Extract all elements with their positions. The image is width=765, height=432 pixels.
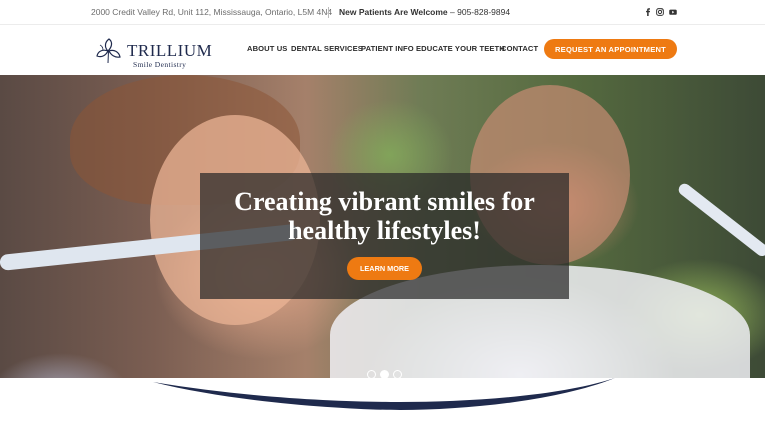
nav-patient-info[interactable]: PATIENT INFO [361, 44, 414, 53]
facebook-icon[interactable] [643, 6, 653, 18]
hero-headline-line2: healthy lifestyles! [288, 216, 481, 245]
logo-name: TRILLIUM [127, 41, 213, 60]
phone-number[interactable]: – 905-828-9894 [450, 7, 510, 17]
clinic-address: 2000 Credit Valley Rd, Unit 112, Mississ… [91, 7, 333, 17]
divider [328, 7, 329, 18]
nav-dental-services[interactable]: DENTAL SERVICES [291, 44, 363, 53]
top-bar: 2000 Credit Valley Rd, Unit 112, Mississ… [0, 0, 765, 25]
nav-contact[interactable]: CONTACT [501, 44, 538, 53]
logo[interactable]: TRILLIUM Smile Dentistry [91, 33, 213, 69]
hero-caption-box: Creating vibrant smiles for healthy life… [200, 173, 569, 299]
hero-headline: Creating vibrant smiles for healthy life… [200, 187, 569, 245]
site-header: TRILLIUM Smile Dentistry ABOUT US DENTAL… [0, 25, 765, 75]
toothbrush-right [676, 181, 765, 259]
nav-educate-your-teeth[interactable]: EDUCATE YOUR TEETH [416, 44, 505, 53]
hero-headline-line1: Creating vibrant smiles for [234, 187, 535, 216]
hero-slider: Creating vibrant smiles for healthy life… [0, 75, 765, 378]
youtube-icon[interactable] [668, 6, 678, 18]
decorative-wave [0, 378, 765, 432]
phone-line[interactable]: New Patients Are Welcome – 905-828-9894 [339, 7, 510, 17]
nav-about-us[interactable]: ABOUT US [247, 44, 287, 53]
learn-more-button[interactable]: LEARN MORE [347, 257, 422, 280]
request-appointment-button[interactable]: REQUEST AN APPOINTMENT [544, 39, 677, 59]
trillium-flower-icon [96, 38, 121, 64]
instagram-icon[interactable] [655, 6, 665, 18]
new-patients-label: New Patients Are Welcome [339, 7, 448, 17]
logo-subtitle: Smile Dentistry [133, 60, 187, 69]
